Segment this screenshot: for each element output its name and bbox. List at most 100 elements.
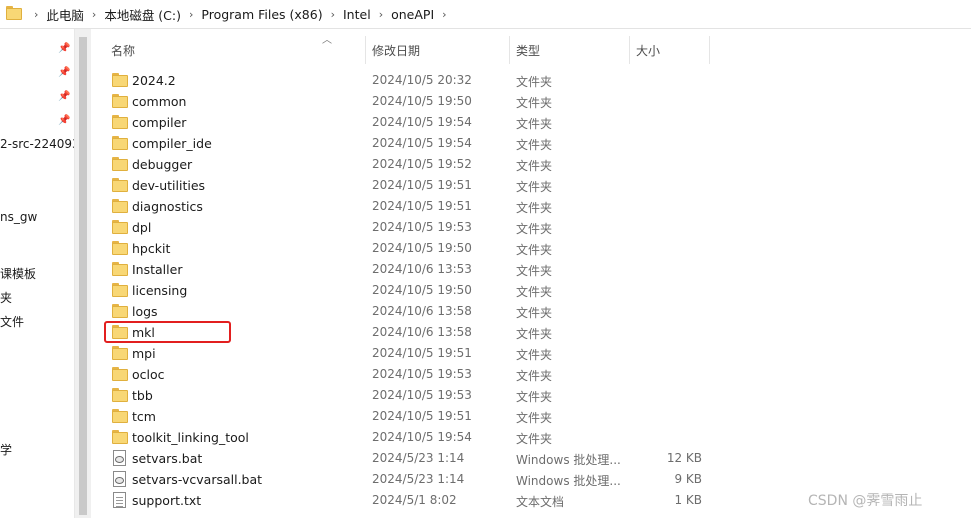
scrollbar-thumb[interactable]: [79, 37, 87, 515]
folder-icon: [112, 408, 128, 424]
file-name: setvars.bat: [132, 451, 203, 466]
file-type: 文本文档: [516, 495, 565, 509]
folder-row[interactable]: ocloc 2024/10/5 19:53 文件夹: [91, 364, 971, 385]
nav-item[interactable]: 2-src-224093: [0, 137, 74, 151]
breadcrumb-item-local-disk[interactable]: 本地磁盘 (C:): [104, 5, 181, 24]
folder-row[interactable]: Installer 2024/10/6 13:53 文件夹: [91, 259, 971, 280]
folder-icon: [112, 282, 128, 298]
column-divider[interactable]: [709, 36, 710, 64]
chevron-right-icon[interactable]: ›: [84, 8, 104, 21]
file-date: 2024/10/5 19:52: [372, 157, 472, 171]
breadcrumb-item-this-pc[interactable]: 此电脑: [46, 5, 84, 24]
folder-row[interactable]: common 2024/10/5 19:50 文件夹: [91, 91, 971, 112]
file-name: compiler: [132, 115, 187, 130]
chevron-right-icon[interactable]: ›: [181, 8, 201, 21]
nav-item[interactable]: 学: [0, 441, 12, 458]
nav-item[interactable]: 文件: [0, 313, 24, 330]
file-name: dev-utilities: [132, 178, 206, 193]
column-divider[interactable]: [509, 36, 510, 64]
file-name: logs: [132, 304, 158, 319]
folder-row[interactable]: tcm 2024/10/5 19:51 文件夹: [91, 406, 971, 427]
file-date: 2024/10/5 19:54: [372, 430, 472, 444]
column-header-name[interactable]: 名称: [111, 42, 135, 59]
file-type: 文件夹: [516, 348, 553, 362]
folder-icon: [112, 177, 128, 193]
file-type: 文件夹: [516, 117, 553, 131]
file-type: 文件夹: [516, 369, 553, 383]
file-size: 1 KB: [674, 493, 702, 507]
file-name: licensing: [132, 283, 188, 298]
file-date: 2024/10/5 19:50: [372, 94, 472, 108]
file-row[interactable]: setvars-vcvarsall.bat 2024/5/23 1:14 Windo…: [91, 469, 971, 490]
folder-icon: [112, 93, 128, 109]
folder-row[interactable]: dpl 2024/10/5 19:53 文件夹: [91, 217, 971, 238]
file-type: 文件夹: [516, 222, 553, 236]
folder-icon: [112, 219, 128, 235]
breadcrumb-item-program-files[interactable]: Program Files (x86): [201, 7, 322, 22]
chevron-right-icon[interactable]: ›: [26, 8, 46, 21]
folder-icon: [112, 135, 128, 151]
file-name: support.txt: [132, 493, 202, 508]
folder-row[interactable]: tbb 2024/10/5 19:53 文件夹: [91, 385, 971, 406]
folder-row[interactable]: licensing 2024/10/5 19:50 文件夹: [91, 280, 971, 301]
folder-icon: [112, 261, 128, 277]
file-name: diagnostics: [132, 199, 203, 214]
folder-row[interactable]: 2024.2 2024/10/5 20:32 文件夹: [91, 70, 971, 91]
folder-row[interactable]: dev-utilities 2024/10/5 19:51 文件夹: [91, 175, 971, 196]
file-date: 2024/10/5 19:53: [372, 220, 472, 234]
folder-row[interactable]: logs 2024/10/6 13:58 文件夹: [91, 301, 971, 322]
folder-row[interactable]: compiler_ide 2024/10/5 19:54 文件夹: [91, 133, 971, 154]
file-date: 2024/10/5 19:51: [372, 346, 472, 360]
nav-item[interactable]: ns_gw: [0, 210, 37, 224]
file-date: 2024/10/5 19:53: [372, 388, 472, 402]
batch-file-icon: [112, 471, 128, 487]
folder-row[interactable]: compiler 2024/10/5 19:54 文件夹: [91, 112, 971, 133]
file-name: tcm: [132, 409, 156, 424]
batch-file-icon: [112, 450, 128, 466]
file-date: 2024/10/5 19:54: [372, 115, 472, 129]
annotation-highlight-box: [104, 321, 231, 343]
folder-icon: [112, 345, 128, 361]
folder-icon: [112, 240, 128, 256]
file-date: 2024/10/5 19:50: [372, 283, 472, 297]
column-header-type[interactable]: 类型: [516, 42, 540, 59]
folder-icon: [112, 387, 128, 403]
column-divider[interactable]: [629, 36, 630, 64]
breadcrumb-item-oneapi[interactable]: oneAPI: [391, 7, 434, 22]
pin-icon: 📌: [58, 43, 71, 54]
chevron-right-icon[interactable]: ›: [323, 8, 343, 21]
file-row[interactable]: setvars.bat 2024/5/23 1:14 Windows 批处理... 1…: [91, 448, 971, 469]
file-date: 2024/10/6 13:58: [372, 304, 472, 318]
folder-row[interactable]: toolkit_linking_tool 2024/10/5 19:54 文件夹: [91, 427, 971, 448]
file-date: 2024/10/5 19:50: [372, 241, 472, 255]
file-name: common: [132, 94, 187, 109]
nav-item[interactable]: 夹: [0, 289, 12, 306]
text-file-icon: [112, 492, 128, 508]
column-header: ︿ 名称 修改日期 类型 大小: [91, 35, 971, 64]
address-bar[interactable]: › 此电脑 › 本地磁盘 (C:) › Program Files (x86) …: [0, 0, 971, 29]
column-header-date[interactable]: 修改日期: [372, 42, 420, 59]
file-name: setvars-vcvarsall.bat: [132, 472, 263, 487]
file-name: toolkit_linking_tool: [132, 430, 249, 445]
file-type: 文件夹: [516, 264, 553, 278]
column-divider[interactable]: [365, 36, 366, 64]
file-date: 2024/10/5 20:32: [372, 73, 472, 87]
nav-pane-scrollbar[interactable]: [74, 29, 91, 518]
folder-row[interactable]: hpckit 2024/10/5 19:50 文件夹: [91, 238, 971, 259]
file-type: 文件夹: [516, 159, 553, 173]
folder-row[interactable]: diagnostics 2024/10/5 19:51 文件夹: [91, 196, 971, 217]
column-header-size[interactable]: 大小: [636, 42, 660, 59]
file-date: 2024/5/23 1:14: [372, 451, 465, 465]
file-date: 2024/10/5 19:51: [372, 409, 472, 423]
file-date: 2024/10/5 19:51: [372, 178, 472, 192]
folder-icon: [112, 303, 128, 319]
folder-row[interactable]: mpi 2024/10/5 19:51 文件夹: [91, 343, 971, 364]
breadcrumb-item-intel[interactable]: Intel: [343, 7, 371, 22]
navigation-pane: 📌 📌 📌 📌 2-src-224093 ns_gw 课模板 夹 文件 学: [0, 29, 74, 518]
folder-icon: [112, 72, 128, 88]
chevron-right-icon[interactable]: ›: [371, 8, 391, 21]
nav-item[interactable]: 课模板: [0, 265, 36, 282]
folder-row[interactable]: debugger 2024/10/5 19:52 文件夹: [91, 154, 971, 175]
chevron-right-icon[interactable]: ›: [434, 8, 454, 21]
file-size: 9 KB: [674, 472, 702, 486]
